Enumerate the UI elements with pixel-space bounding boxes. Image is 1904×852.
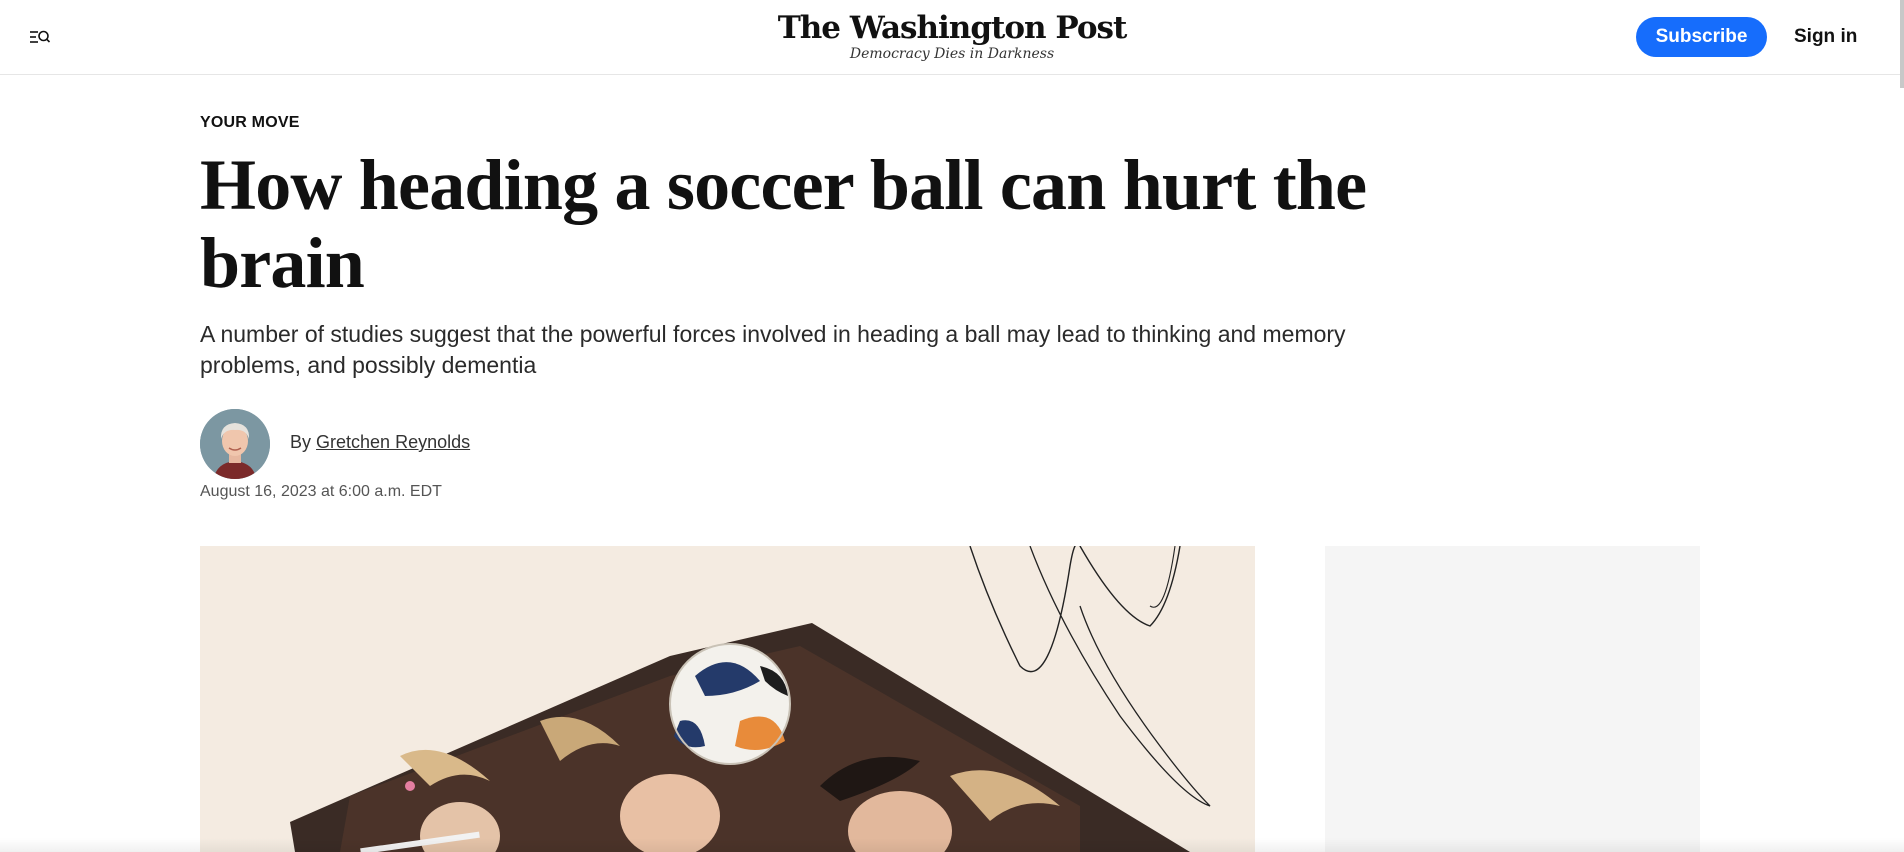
section-kicker[interactable]: YOUR MOVE [200, 114, 300, 132]
ad-placeholder [1325, 546, 1700, 852]
subscribe-button[interactable]: Subscribe [1636, 17, 1767, 57]
article-dek: A number of studies suggest that the pow… [200, 321, 1346, 378]
author-avatar[interactable] [200, 409, 270, 479]
brand-name: The Washington Post [777, 10, 1128, 46]
scrollbar-thumb[interactable] [1900, 0, 1904, 88]
brand-tagline: Democracy Dies in Darkness [849, 46, 1055, 62]
byline: By Gretchen Reynolds [290, 430, 470, 454]
brand-logo[interactable]: The Washington Post Democracy Dies in Da… [0, 10, 1904, 62]
byline-prefix: By [290, 432, 312, 452]
publish-timestamp: August 16, 2023 at 6:00 a.m. EDT [200, 483, 442, 500]
viewport-bottom-shadow [0, 838, 1904, 852]
author-link[interactable]: Gretchen Reynolds [316, 432, 470, 452]
article-headline: How heading a soccer ball can hurt the b… [200, 145, 1367, 303]
sign-in-link[interactable]: Sign in [1782, 17, 1869, 57]
site-header: The Washington Post Democracy Dies in Da… [0, 0, 1904, 75]
hero-image [200, 546, 1255, 852]
